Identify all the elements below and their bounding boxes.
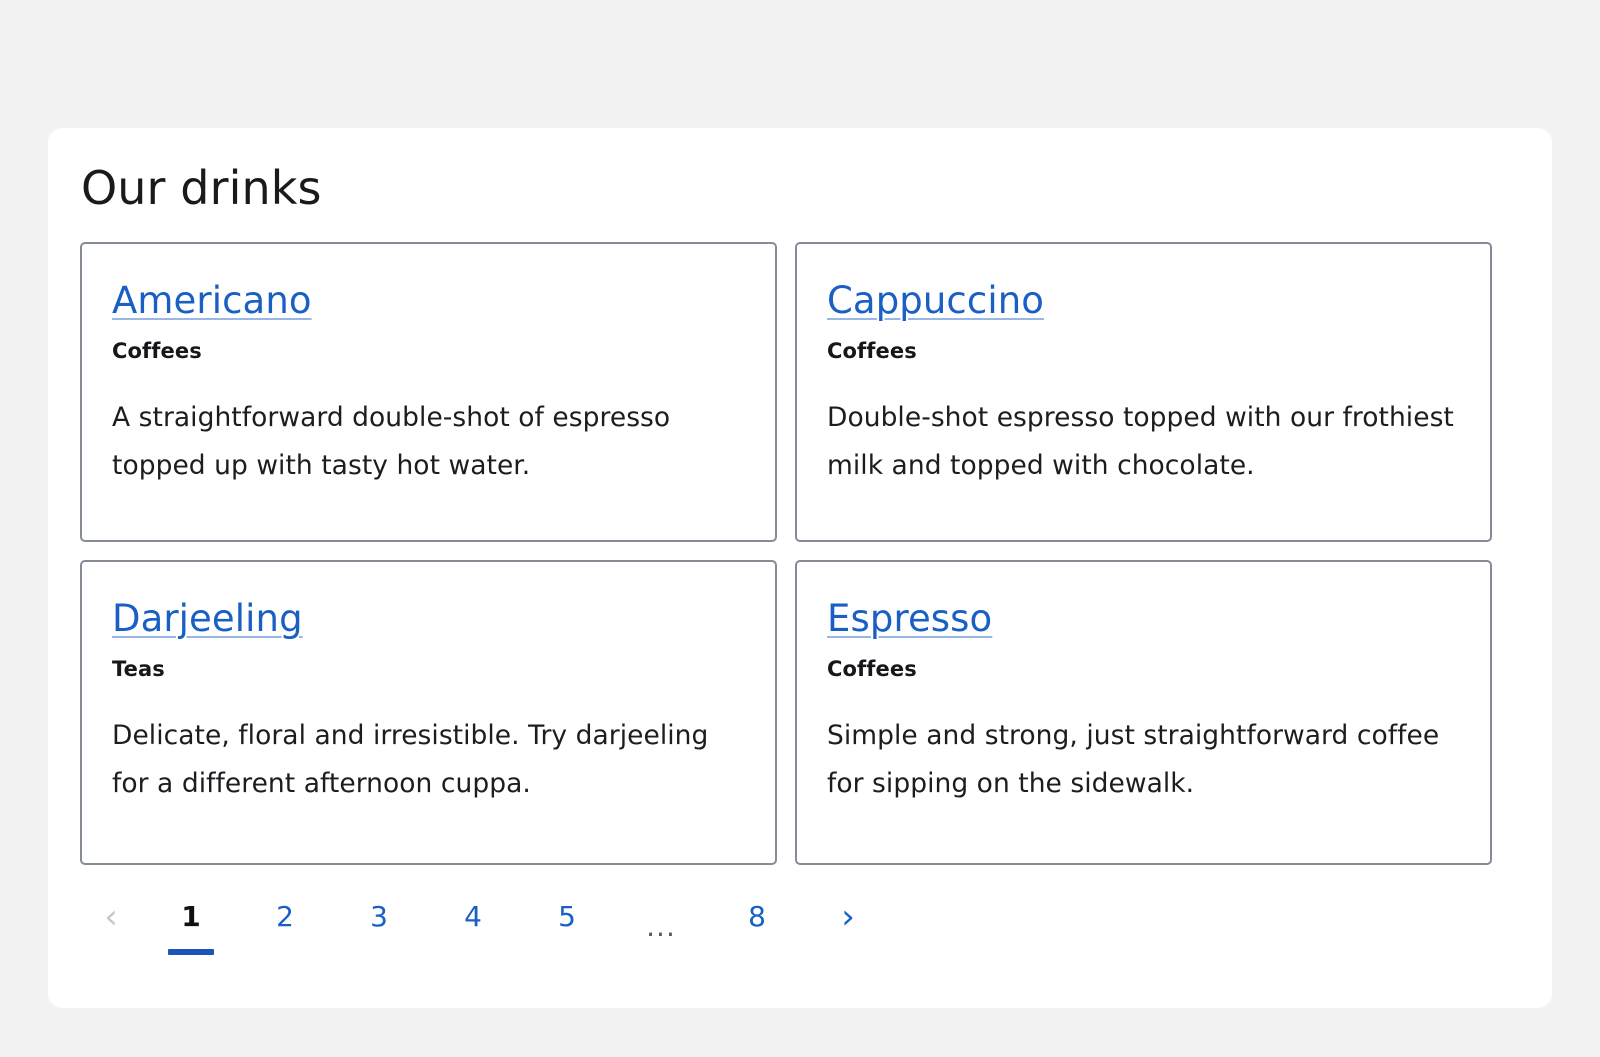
drink-card-espresso: Espresso Coffees Simple and strong, just…: [795, 559, 1492, 865]
drink-link-darjeeling[interactable]: Darjeeling: [112, 598, 303, 640]
drinks-panel: Our drinks Americano Coffees A straightf…: [48, 128, 1552, 1008]
pagination-page-8[interactable]: 8: [737, 891, 777, 943]
chevron-right-icon[interactable]: ›: [835, 891, 861, 943]
drink-category-espresso: Coffees: [827, 657, 917, 682]
pagination: ‹ 1 2 3 4 5 ... 8 ›: [80, 891, 1520, 955]
pagination-page-2[interactable]: 2: [265, 891, 305, 943]
drink-card-americano: Americano Coffees A straightforward doub…: [80, 241, 777, 542]
drink-description-americano: A straightforward double-shot of espress…: [112, 402, 671, 481]
drink-link-americano[interactable]: Americano: [112, 280, 312, 322]
page-title: Our drinks: [81, 161, 322, 215]
pagination-page-1: 1: [168, 891, 214, 955]
drink-link-espresso[interactable]: Espresso: [827, 598, 992, 640]
drink-category-darjeeling: Teas: [112, 657, 165, 682]
drink-card-darjeeling: Darjeeling Teas Delicate, floral and irr…: [80, 559, 777, 865]
pagination-page-5[interactable]: 5: [547, 891, 587, 943]
pagination-page-4[interactable]: 4: [453, 891, 493, 943]
drink-description-darjeeling: Delicate, floral and irresistible. Try d…: [112, 720, 709, 799]
drink-description-espresso: Simple and strong, just straightforward …: [827, 720, 1440, 799]
drink-card-cappuccino: Cappuccino Coffees Double-shot espresso …: [795, 241, 1492, 542]
drink-description-cappuccino: Double-shot espresso topped with our fro…: [827, 402, 1454, 481]
chevron-left-icon: ‹: [104, 896, 118, 937]
drinks-card-grid: Americano Coffees A straightforward doub…: [80, 241, 1492, 865]
pagination-ellipsis: ...: [646, 909, 676, 943]
drink-category-cappuccino: Coffees: [827, 339, 917, 364]
drink-link-cappuccino[interactable]: Cappuccino: [827, 280, 1044, 322]
drink-category-americano: Coffees: [112, 339, 202, 364]
pagination-page-3[interactable]: 3: [359, 891, 399, 943]
